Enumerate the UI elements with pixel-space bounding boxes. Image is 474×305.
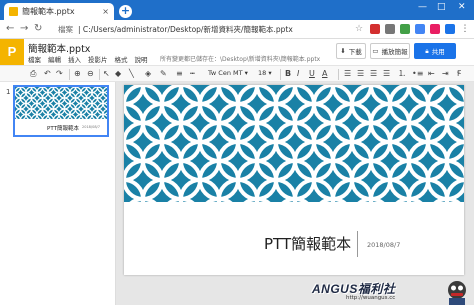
reload-icon[interactable]: ↻ (34, 23, 42, 34)
extension-pink-icon[interactable] (430, 24, 440, 34)
fill-color-icon[interactable]: ◈ (145, 68, 151, 80)
present-button[interactable]: ▭ 播放簡報 (370, 43, 410, 59)
share-label: 共用 (431, 48, 445, 56)
browser-tab[interactable]: 簡報範本.pptx × (4, 3, 114, 20)
numbered-list-icon[interactable]: ⒈ (398, 68, 406, 80)
pattern-ring (109, 87, 110, 93)
extensions-area: ☆ ⋮ (355, 24, 470, 35)
slide-date[interactable]: 2018/08/7 (367, 241, 400, 249)
maximize-icon[interactable]: □ (437, 2, 446, 12)
title-divider (357, 231, 358, 257)
browser-menu-icon[interactable]: ⋮ (460, 24, 470, 34)
window-close-icon[interactable]: ✕ (458, 2, 466, 12)
extension-green-icon[interactable] (400, 24, 410, 34)
tab-close-icon[interactable]: × (102, 7, 109, 16)
present-icon: ▭ (372, 47, 379, 55)
increase-indent-icon[interactable]: ⇥ (442, 68, 449, 80)
align-right-icon[interactable]: ☰ (370, 68, 377, 80)
app-header: P 簡報範本.pptx 檔案 編輯 插入 投影片 格式 說明 所有變更都已儲存在… (0, 39, 474, 65)
slides-logo-icon[interactable]: P (0, 39, 24, 65)
toolbar-divider (69, 69, 70, 80)
zoom-in-icon[interactable]: ⊕ (74, 68, 81, 80)
line-icon[interactable]: ╲ (129, 68, 134, 80)
tab-title: 簡報範本.pptx (22, 7, 75, 16)
address-bar: ← → ↻ 檔案 | C:/Users/administrator/Desktop… (0, 20, 474, 39)
undo-icon[interactable]: ↶ (44, 68, 51, 80)
download-button[interactable]: ⬇ 下載 (336, 43, 366, 59)
font-size-select[interactable]: 18 ▾ (258, 69, 276, 80)
toolbar-divider (99, 69, 100, 80)
font-size-value: 18 (258, 69, 267, 77)
border-dash-icon[interactable]: ┅ (190, 68, 195, 80)
extension-grey-icon[interactable] (385, 24, 395, 34)
minimize-icon[interactable]: — (418, 2, 427, 12)
toolbar-divider (338, 69, 339, 80)
extension-red-icon[interactable] (370, 24, 380, 34)
menu-insert[interactable]: 插入 (68, 54, 81, 64)
text-color-button[interactable]: A (322, 68, 327, 80)
slide-number: 1 (6, 88, 11, 96)
decrease-indent-icon[interactable]: ⇤ (428, 68, 435, 80)
download-icon: ⬇ (340, 47, 346, 55)
underline-button[interactable]: U (309, 68, 315, 80)
lock-icon: 🔒︎ (425, 46, 429, 55)
menu-edit[interactable]: 編輯 (48, 54, 61, 64)
menu-file[interactable]: 檔案 (28, 54, 41, 64)
slides-favicon-icon (9, 7, 18, 16)
thumbnail-title: PTT簡報範本 (47, 126, 79, 132)
bold-button[interactable]: B (285, 68, 291, 80)
extension-blue-icon[interactable] (415, 24, 425, 34)
menu-help[interactable]: 說明 (135, 54, 148, 64)
menu-format[interactable]: 格式 (115, 54, 128, 64)
mascot-icon (448, 281, 466, 305)
download-label: 下載 (348, 48, 362, 56)
shape-icon[interactable]: ◆ (115, 68, 121, 80)
new-tab-button[interactable]: + (119, 5, 132, 18)
document-title[interactable]: 簡報範本.pptx (28, 41, 90, 55)
file-scheme-label: 檔案 (58, 25, 73, 34)
print-icon[interactable]: ⎙ (30, 68, 36, 80)
pattern-ring (109, 104, 110, 115)
justify-icon[interactable]: ☰ (383, 68, 390, 80)
thumbnail-pattern (15, 87, 110, 120)
align-center-icon[interactable]: ☰ (357, 68, 364, 80)
browser-tab-strip: 簡報範本.pptx × + — □ ✕ (0, 0, 474, 20)
font-family-value: Tw Cen MT (208, 69, 243, 77)
watermark-url: http://wuangus.cc (346, 295, 396, 301)
slide-canvas[interactable]: PTT簡報範本 2018/08/7 (124, 85, 464, 275)
slide-pattern (124, 85, 464, 202)
menu-bar: 檔案 編輯 插入 投影片 格式 說明 (28, 54, 148, 64)
redo-icon[interactable]: ↷ (56, 68, 63, 80)
save-status: 所有變更都已儲存在：\Desktop\新增資料夾\簡報範本.pptx (160, 56, 321, 63)
select-icon[interactable]: ↖ (103, 68, 110, 80)
toolbar-divider (280, 69, 281, 80)
editor-area: 1 PTT簡報範本 2018/08/7 PTT簡報範本 2018/08/7 (0, 82, 474, 305)
clear-formatting-icon[interactable]: Ꞙ (457, 68, 461, 80)
italic-button[interactable]: I (297, 68, 299, 80)
font-family-select[interactable]: Tw Cen MT ▾ (208, 69, 252, 80)
extension-docs-icon[interactable] (445, 24, 455, 34)
border-weight-icon[interactable]: ≡ (176, 68, 183, 80)
present-label: 播放簡報 (381, 48, 408, 56)
bookmark-star-icon[interactable]: ☆ (355, 24, 365, 34)
menu-slide[interactable]: 投影片 (88, 54, 108, 64)
formatting-toolbar: ⎙ ↶ ↷ ⊕ ⊖ ↖ ◆ ╲ ◈ ✎ ≡ ┅ Tw Cen MT ▾ 18 ▾… (0, 65, 474, 82)
slide-panel: 1 PTT簡報範本 2018/08/7 (0, 82, 116, 305)
pattern-ring (109, 93, 110, 104)
url-field[interactable]: 檔案 | C:/Users/administrator/Desktop/新增資料夾… (58, 24, 293, 35)
zoom-out-icon[interactable]: ⊖ (87, 68, 94, 80)
back-icon[interactable]: ← (6, 23, 14, 34)
slide-title[interactable]: PTT簡報範本 (264, 233, 351, 254)
forward-icon[interactable]: → (20, 23, 28, 34)
url-text: C:/Users/administrator/Desktop/新增資料夾/簡報範… (82, 25, 293, 34)
pattern-ring (109, 115, 110, 120)
slide-thumbnail[interactable]: PTT簡報範本 2018/08/7 (13, 85, 109, 137)
align-left-icon[interactable]: ☰ (344, 68, 351, 80)
site-watermark: ANGUS福利社 http://wuangus.cc (312, 278, 474, 305)
thumbnail-date: 2018/08/7 (82, 125, 100, 129)
bulleted-list-icon[interactable]: •≡ (412, 68, 423, 80)
share-button[interactable]: 🔒︎ 共用 (414, 43, 456, 59)
border-color-icon[interactable]: ✎ (160, 68, 167, 80)
